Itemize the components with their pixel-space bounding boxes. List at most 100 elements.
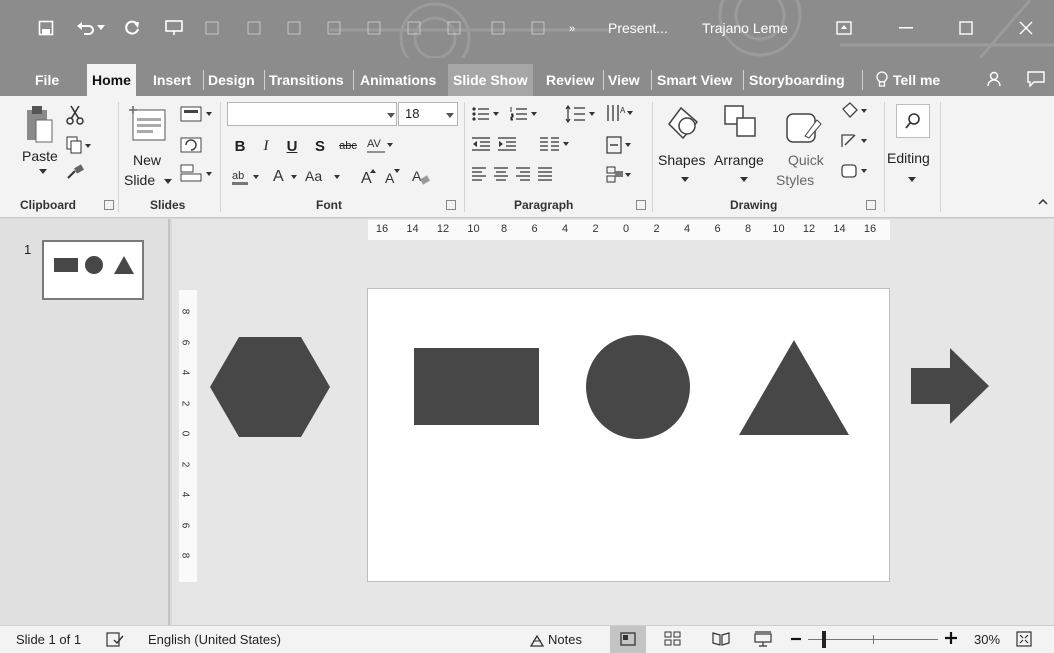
maximize-icon[interactable]: [952, 14, 980, 42]
bullets-icon[interactable]: [470, 104, 506, 124]
zoom-level[interactable]: 30%: [974, 632, 1000, 647]
tab-home[interactable]: Home: [87, 64, 136, 96]
minimize-icon[interactable]: [892, 14, 920, 42]
quick-styles-label-2[interactable]: Styles: [776, 172, 814, 188]
zoom-out-icon[interactable]: [790, 632, 804, 648]
font-launcher-icon[interactable]: [446, 200, 456, 210]
text-shadow-icon[interactable]: S: [312, 136, 328, 156]
fit-to-window-icon[interactable]: [1016, 631, 1034, 649]
bold-icon[interactable]: B: [232, 136, 248, 156]
paste-dropdown-icon[interactable]: [38, 166, 48, 176]
increase-indent-icon[interactable]: [496, 134, 518, 154]
language-indicator[interactable]: English (United States): [148, 632, 281, 647]
quick-styles-label-1[interactable]: Quick: [788, 152, 824, 168]
section-icon[interactable]: [178, 162, 214, 184]
undo-dropdown-icon[interactable]: [94, 14, 108, 42]
numbering-icon[interactable]: [508, 104, 544, 124]
justify-icon[interactable]: [536, 164, 554, 184]
share-person-icon[interactable]: [984, 68, 1004, 90]
font-name-dropdown-icon[interactable]: [386, 110, 396, 120]
slide-thumbnail[interactable]: [42, 240, 144, 300]
zoom-slider-thumb[interactable]: [822, 631, 826, 648]
collapse-ribbon-icon[interactable]: [1036, 196, 1050, 208]
arrange-label[interactable]: Arrange: [714, 152, 764, 168]
ribbon-display-options-icon[interactable]: [830, 14, 858, 42]
triangle-shape[interactable]: [738, 339, 850, 436]
underline-icon[interactable]: U: [284, 136, 300, 156]
save-icon[interactable]: [32, 14, 60, 42]
line-spacing-icon[interactable]: [564, 104, 600, 124]
new-slide-label-1[interactable]: New: [133, 152, 161, 168]
tab-file[interactable]: File: [30, 64, 64, 96]
change-case-icon[interactable]: Aa: [304, 166, 344, 188]
tell-me-search[interactable]: Tell me: [888, 64, 945, 96]
reading-view-icon[interactable]: [712, 631, 732, 649]
align-left-icon[interactable]: [470, 164, 488, 184]
shapes-dropdown-icon[interactable]: [680, 174, 690, 184]
tab-slide-show[interactable]: Slide Show: [448, 64, 533, 96]
zoom-in-icon[interactable]: [944, 631, 960, 647]
normal-view-button[interactable]: [610, 626, 646, 653]
redo-icon[interactable]: [118, 14, 146, 42]
font-color-icon[interactable]: A: [270, 166, 300, 188]
align-right-icon[interactable]: [514, 164, 532, 184]
user-name[interactable]: Trajano Leme: [702, 18, 788, 38]
slide-sorter-icon[interactable]: [664, 631, 684, 649]
notes-icon[interactable]: [529, 633, 546, 649]
editing-label[interactable]: Editing: [887, 150, 930, 166]
arrange-dropdown-icon[interactable]: [739, 174, 749, 184]
font-name-box[interactable]: [227, 102, 397, 126]
tab-smart-view[interactable]: Smart View: [652, 64, 737, 96]
shapes-label[interactable]: Shapes: [658, 152, 705, 168]
circle-shape[interactable]: [585, 334, 691, 440]
paragraph-launcher-icon[interactable]: [636, 200, 646, 210]
increase-font-size-icon[interactable]: A: [358, 166, 378, 188]
smartart-icon[interactable]: [604, 164, 636, 186]
editing-dropdown-icon[interactable]: [907, 174, 917, 184]
paste-label[interactable]: Paste: [22, 148, 58, 164]
paste-icon[interactable]: [22, 102, 56, 146]
tab-design[interactable]: Design: [203, 64, 260, 96]
shape-outline-icon[interactable]: [838, 130, 872, 152]
tab-view[interactable]: View: [603, 64, 645, 96]
clear-formatting-icon[interactable]: A: [410, 166, 432, 188]
font-size-dropdown-icon[interactable]: [445, 110, 455, 120]
shapes-icon[interactable]: [662, 102, 704, 148]
text-direction-icon[interactable]: A: [604, 102, 636, 124]
tab-review[interactable]: Review: [541, 64, 599, 96]
rectangle-shape[interactable]: [414, 348, 539, 425]
tab-transitions[interactable]: Transitions: [264, 64, 349, 96]
italic-icon[interactable]: I: [258, 136, 274, 156]
new-slide-label-2[interactable]: Slide: [124, 172, 155, 188]
format-painter-icon[interactable]: [64, 162, 86, 182]
decrease-font-size-icon[interactable]: A: [382, 166, 402, 188]
right-arrow-shape[interactable]: [910, 347, 990, 425]
arrange-icon[interactable]: [718, 100, 762, 146]
present-icon[interactable]: [160, 14, 188, 42]
strikethrough-icon[interactable]: abc: [334, 136, 362, 156]
layout-icon[interactable]: [178, 104, 214, 124]
tab-storyboarding[interactable]: Storyboarding: [744, 64, 850, 96]
copy-icon[interactable]: [64, 134, 94, 156]
align-center-icon[interactable]: [492, 164, 510, 184]
shape-effects-icon[interactable]: [838, 160, 872, 182]
columns-icon[interactable]: [538, 134, 574, 154]
new-slide-dropdown-icon[interactable]: [163, 176, 173, 186]
drawing-launcher-icon[interactable]: [866, 200, 876, 210]
close-icon[interactable]: [1012, 14, 1040, 42]
decrease-indent-icon[interactable]: [470, 134, 492, 154]
slideshow-view-icon[interactable]: [754, 631, 774, 649]
tab-insert[interactable]: Insert: [148, 64, 196, 96]
character-spacing-icon[interactable]: AV: [364, 134, 394, 156]
cut-icon[interactable]: [64, 104, 86, 126]
hexagon-shape[interactable]: [209, 336, 331, 438]
text-highlight-color-icon[interactable]: ab: [230, 166, 264, 188]
editing-search-icon[interactable]: [896, 104, 930, 138]
qat-more-icon[interactable]: »: [560, 14, 588, 42]
comments-icon[interactable]: [1026, 68, 1046, 90]
clipboard-launcher-icon[interactable]: [104, 200, 114, 210]
align-text-icon[interactable]: [604, 134, 636, 156]
quick-styles-icon[interactable]: [782, 102, 826, 148]
shape-fill-icon[interactable]: [838, 100, 872, 122]
reset-icon[interactable]: [178, 134, 204, 156]
